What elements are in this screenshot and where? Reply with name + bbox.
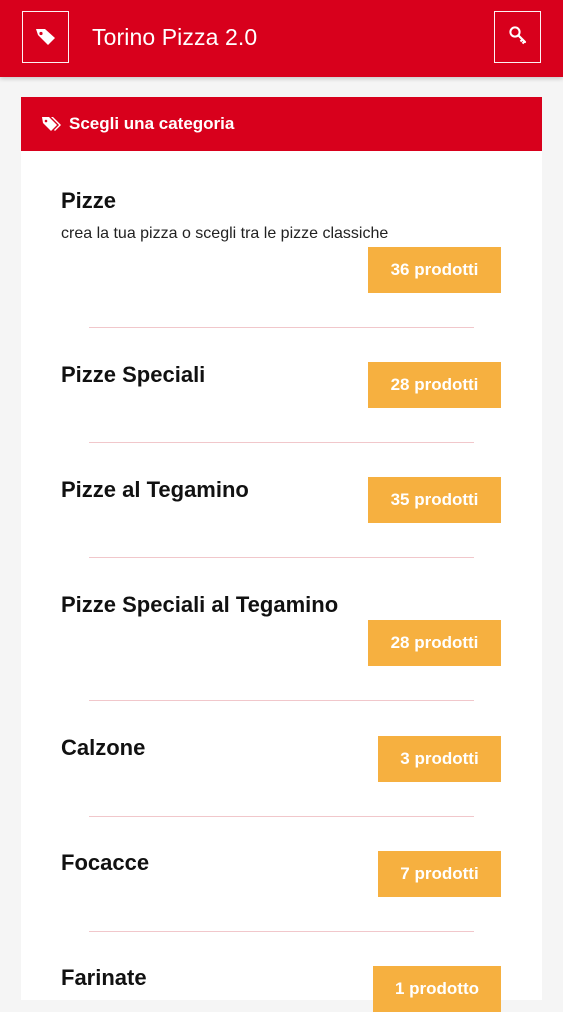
category-name: Calzone [61, 735, 146, 760]
tags-icon [41, 116, 63, 132]
panel-header: Scegli una categoria [21, 97, 542, 151]
count-badge[interactable]: 36 prodotti [368, 247, 501, 293]
app-title: Torino Pizza 2.0 [92, 24, 258, 50]
divider [89, 700, 474, 701]
key-icon-svg [508, 26, 526, 45]
panel-title: Scegli una categoria [69, 114, 235, 133]
category-name: Pizze al Tegamino [61, 477, 249, 502]
category-panel: Scegli una categoria Pizze crea la tua p… [21, 97, 542, 1012]
tag-icon-svg [35, 29, 55, 45]
top-app-bar: Torino Pizza 2.0 [0, 0, 563, 77]
divider [89, 557, 474, 558]
divider [89, 442, 474, 443]
count-badge[interactable]: 7 prodotti [378, 851, 501, 897]
count-badge[interactable]: 28 prodotti [368, 362, 501, 408]
count-badge[interactable]: 28 prodotti [368, 620, 501, 666]
divider [89, 931, 474, 932]
count-badge[interactable]: 3 prodotti [378, 736, 501, 782]
category-name: Pizze [61, 188, 117, 213]
divider [89, 816, 474, 817]
category-description: crea la tua pizza o scegli tra le pizze … [61, 225, 389, 242]
tag-icon[interactable] [22, 11, 69, 63]
count-badge[interactable]: 1 prodotto [373, 966, 501, 1012]
count-badge[interactable]: 35 prodotti [368, 477, 501, 523]
category-name: Pizze Speciali [61, 362, 206, 387]
category-name: Farinate [61, 965, 147, 990]
category-name: Focacce [61, 850, 150, 875]
category-name: Pizze Speciali al Tegamino [61, 592, 339, 617]
divider [89, 327, 474, 328]
key-icon[interactable] [494, 11, 541, 63]
